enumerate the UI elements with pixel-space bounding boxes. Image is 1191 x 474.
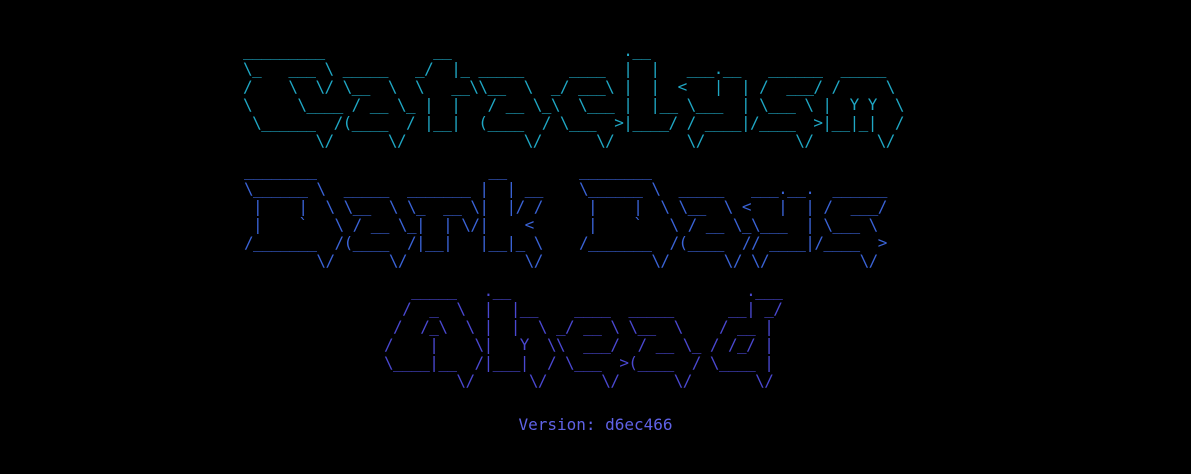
version-text: Version: d6ec466 — [518, 415, 673, 434]
title-art-ahead: _____ .__ .___ / _ \ | |__ ____ _____ __… — [384, 281, 783, 390]
terminal-screen: _________ __ .__ \_ ___ \ _____ _/ |_ __… — [0, 0, 1191, 474]
title-art-cataclysm: _________ __ .__ \_ ___ \ _____ _/ |_ __… — [243, 41, 904, 150]
title-art-dark-days: ________ __ ________ \______ \ _____ ___… — [244, 161, 887, 270]
